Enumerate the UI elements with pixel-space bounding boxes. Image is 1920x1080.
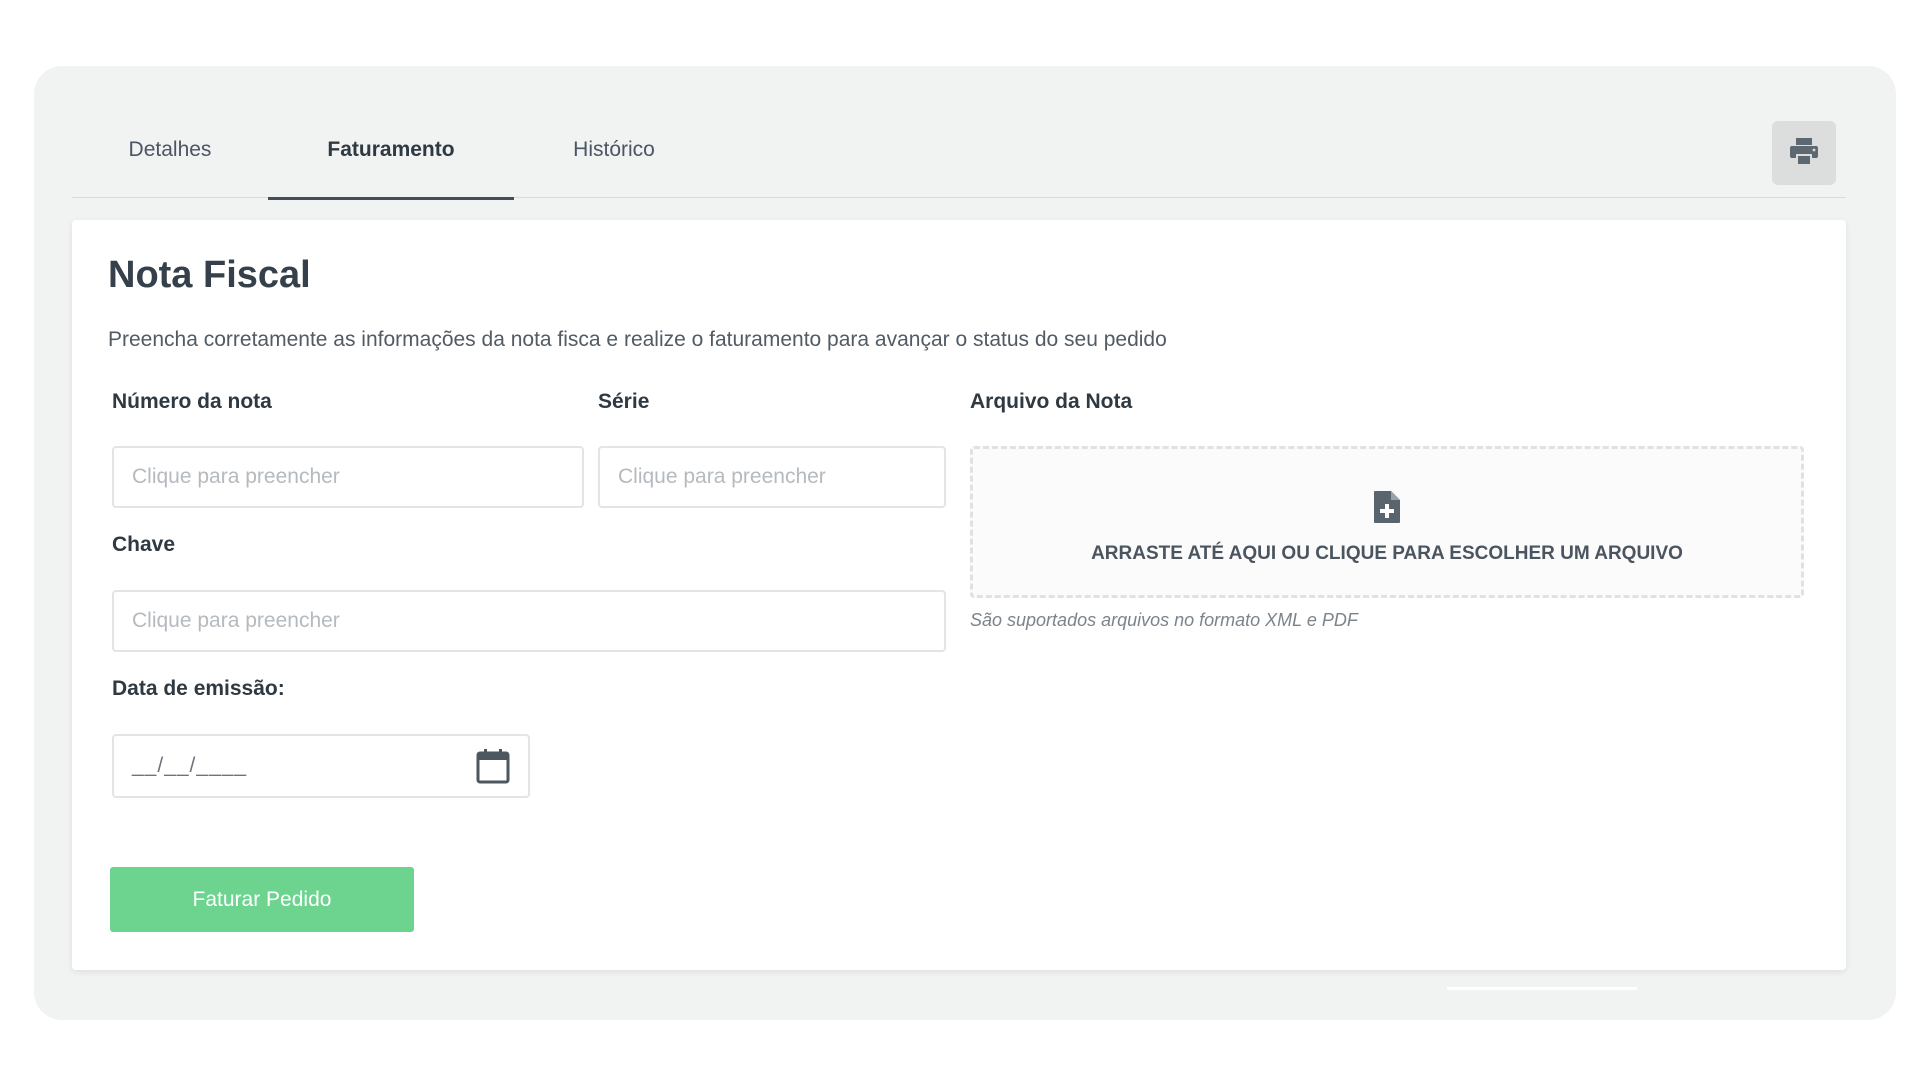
print-button[interactable] (1772, 121, 1836, 185)
file-dropzone[interactable]: ARRASTE ATÉ AQUI OU CLIQUE PARA ESCOLHER… (970, 446, 1804, 598)
file-add-icon (1372, 489, 1402, 530)
tab-bar: Detalhes Faturamento Histórico (72, 102, 1846, 200)
invoice-number-label: Número da nota (112, 390, 272, 413)
invoice-panel: Nota Fiscal Preencha corretamente as inf… (72, 220, 1846, 970)
tab-historico[interactable]: Histórico (514, 102, 714, 198)
tab-detalhes[interactable]: Detalhes (72, 102, 268, 198)
page-title: Nota Fiscal (108, 254, 311, 296)
access-key-label: Chave (112, 533, 176, 556)
printer-icon (1788, 136, 1820, 171)
tab-label: Faturamento (327, 138, 455, 161)
tab-label: Histórico (573, 138, 655, 161)
series-label: Série (598, 390, 650, 413)
submit-invoice-button[interactable]: Faturar Pedido (110, 867, 414, 932)
tab-faturamento[interactable]: Faturamento (268, 102, 514, 200)
dropzone-text: ARRASTE ATÉ AQUI OU CLIQUE PARA ESCOLHER… (1091, 543, 1683, 564)
divider (1447, 987, 1637, 990)
file-format-hint: São suportados arquivos no formato XML e… (970, 610, 1358, 630)
tab-label: Detalhes (128, 138, 212, 161)
issue-date-value: __/__/____ (132, 754, 248, 777)
access-key-input[interactable] (112, 590, 946, 652)
calendar-icon[interactable] (476, 748, 510, 789)
issue-date-label: Data de emissão: (112, 677, 285, 700)
series-input[interactable] (598, 446, 946, 508)
issue-date-field[interactable]: __/__/____ (112, 734, 530, 798)
billing-card: Detalhes Faturamento Histórico Nota Fisc… (34, 66, 1896, 1020)
invoice-file-label: Arquivo da Nota (970, 390, 1133, 413)
invoice-number-input[interactable] (112, 446, 584, 508)
page-description: Preencha corretamente as informações da … (108, 328, 1167, 351)
